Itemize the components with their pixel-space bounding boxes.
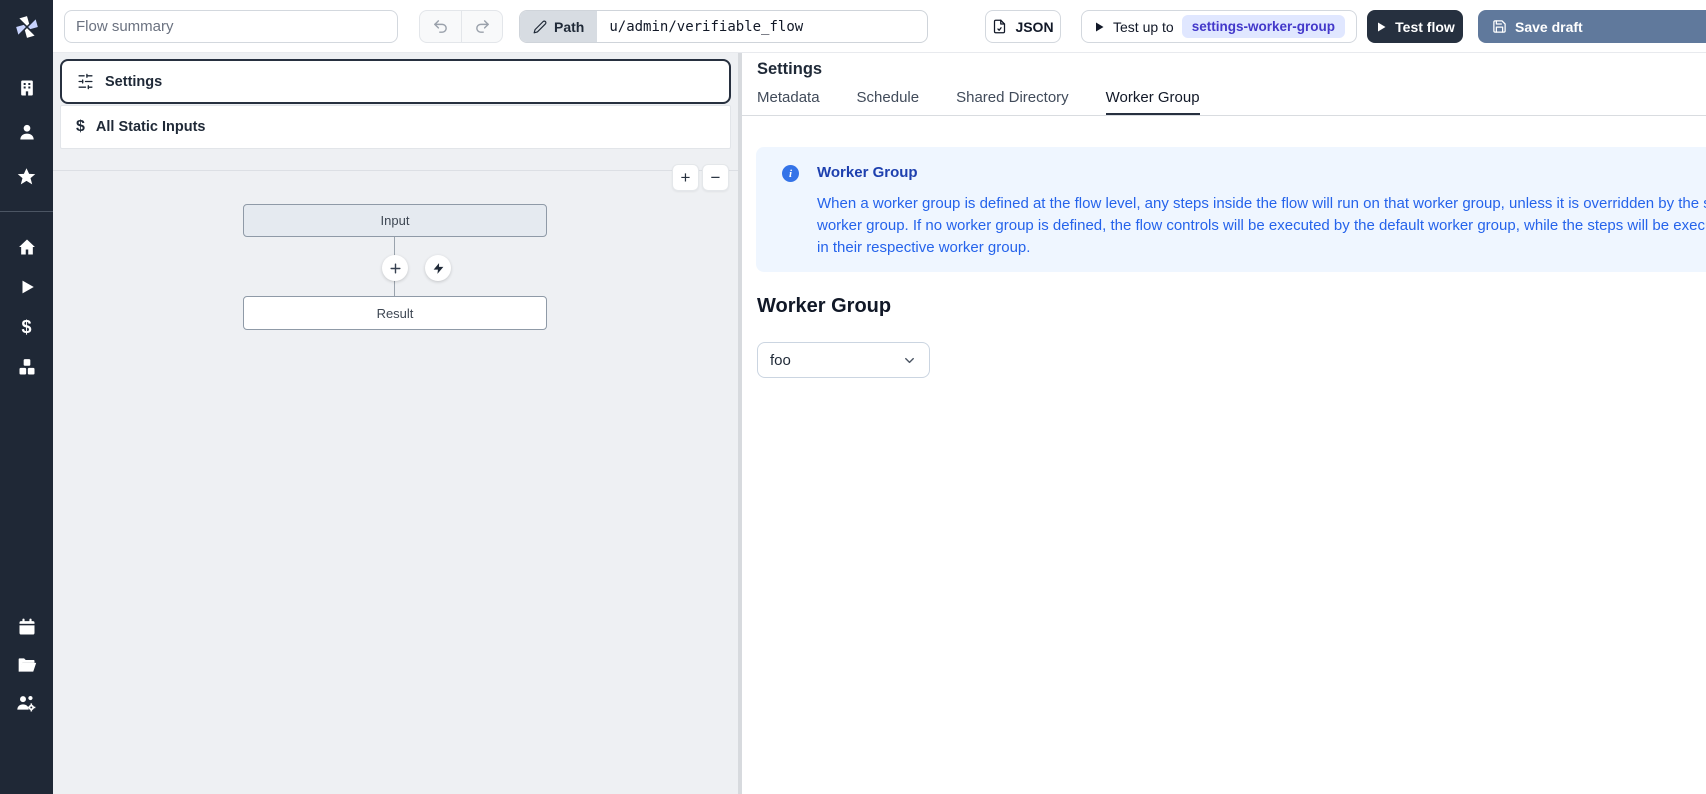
settings-panel-title: Settings (757, 60, 822, 79)
topbar: Path u/admin/verifiable_flow JSON Test u… (53, 0, 1706, 53)
tab-worker-group[interactable]: Worker Group (1106, 89, 1200, 115)
worker-group-info-box: i Worker Group When a worker group is de… (756, 147, 1706, 272)
home-icon[interactable] (0, 227, 53, 267)
result-node[interactable]: Result (243, 296, 547, 330)
worker-group-heading: Worker Group (757, 295, 891, 318)
edit-path-button[interactable]: Path (520, 11, 597, 42)
app-window: $ (0, 0, 1706, 794)
trigger-bolt-button[interactable] (425, 255, 451, 281)
save-icon (1492, 19, 1507, 34)
add-step-button[interactable] (382, 255, 408, 281)
save-draft-button[interactable]: Save draft (1478, 10, 1706, 43)
info-body: When a worker group is defined at the fl… (817, 193, 1706, 259)
tab-schedule[interactable]: Schedule (857, 89, 920, 115)
windmill-logo-icon[interactable] (0, 0, 53, 53)
json-button[interactable]: JSON (985, 10, 1061, 43)
path-value[interactable]: u/admin/verifiable_flow (597, 11, 927, 42)
test-up-to-button[interactable]: Test up to settings-worker-group (1081, 10, 1357, 43)
resources-boxes-icon[interactable] (0, 347, 53, 387)
all-static-inputs-node[interactable]: $ All Static Inputs (60, 105, 731, 149)
runs-play-icon[interactable] (0, 267, 53, 307)
play-icon (1093, 21, 1105, 33)
flow-settings-node[interactable]: Settings (60, 59, 731, 104)
user-icon[interactable] (0, 112, 53, 152)
worker-group-select[interactable]: foo (757, 342, 930, 378)
variables-dollar-icon[interactable]: $ (0, 307, 53, 347)
path-group: Path u/admin/verifiable_flow (519, 10, 928, 43)
bolt-icon (432, 262, 445, 275)
folders-icon[interactable] (0, 646, 53, 684)
schedules-calendar-icon[interactable] (0, 608, 53, 646)
dollar-icon: $ (76, 118, 85, 136)
path-label: Path (554, 19, 584, 35)
sidebar: $ (0, 0, 53, 794)
undo-redo-group (419, 10, 503, 43)
sidebar-divider (0, 211, 53, 212)
flow-editor-panel: Settings $ All Static Inputs + − Input R… (53, 53, 738, 794)
file-json-icon (992, 19, 1007, 34)
test-flow-button[interactable]: Test flow (1367, 10, 1463, 43)
zoom-out-button[interactable]: − (702, 164, 729, 191)
canvas-divider (53, 170, 738, 171)
undo-button[interactable] (420, 11, 461, 42)
play-icon (1375, 21, 1387, 33)
groups-cog-icon[interactable] (0, 684, 53, 722)
workspace-building-icon[interactable] (0, 68, 53, 108)
info-title: Worker Group (817, 164, 918, 181)
worker-group-select-value: foo (770, 352, 791, 369)
favorites-star-icon[interactable] (0, 156, 53, 196)
redo-button[interactable] (461, 11, 502, 42)
info-icon: i (782, 165, 799, 182)
sliders-icon (77, 73, 94, 90)
settings-tabs: Metadata Schedule Shared Directory Worke… (742, 89, 1706, 116)
plus-icon (389, 262, 402, 275)
chevron-down-icon (902, 353, 917, 368)
test-up-to-step-badge: settings-worker-group (1182, 15, 1345, 38)
flow-summary-input[interactable] (64, 10, 398, 43)
zoom-in-button[interactable]: + (672, 164, 699, 191)
tab-shared-directory[interactable]: Shared Directory (956, 89, 1069, 115)
tab-metadata[interactable]: Metadata (757, 89, 820, 115)
pencil-icon (533, 20, 547, 34)
input-node[interactable]: Input (243, 204, 547, 237)
settings-panel: Settings Metadata Schedule Shared Direct… (742, 53, 1706, 794)
